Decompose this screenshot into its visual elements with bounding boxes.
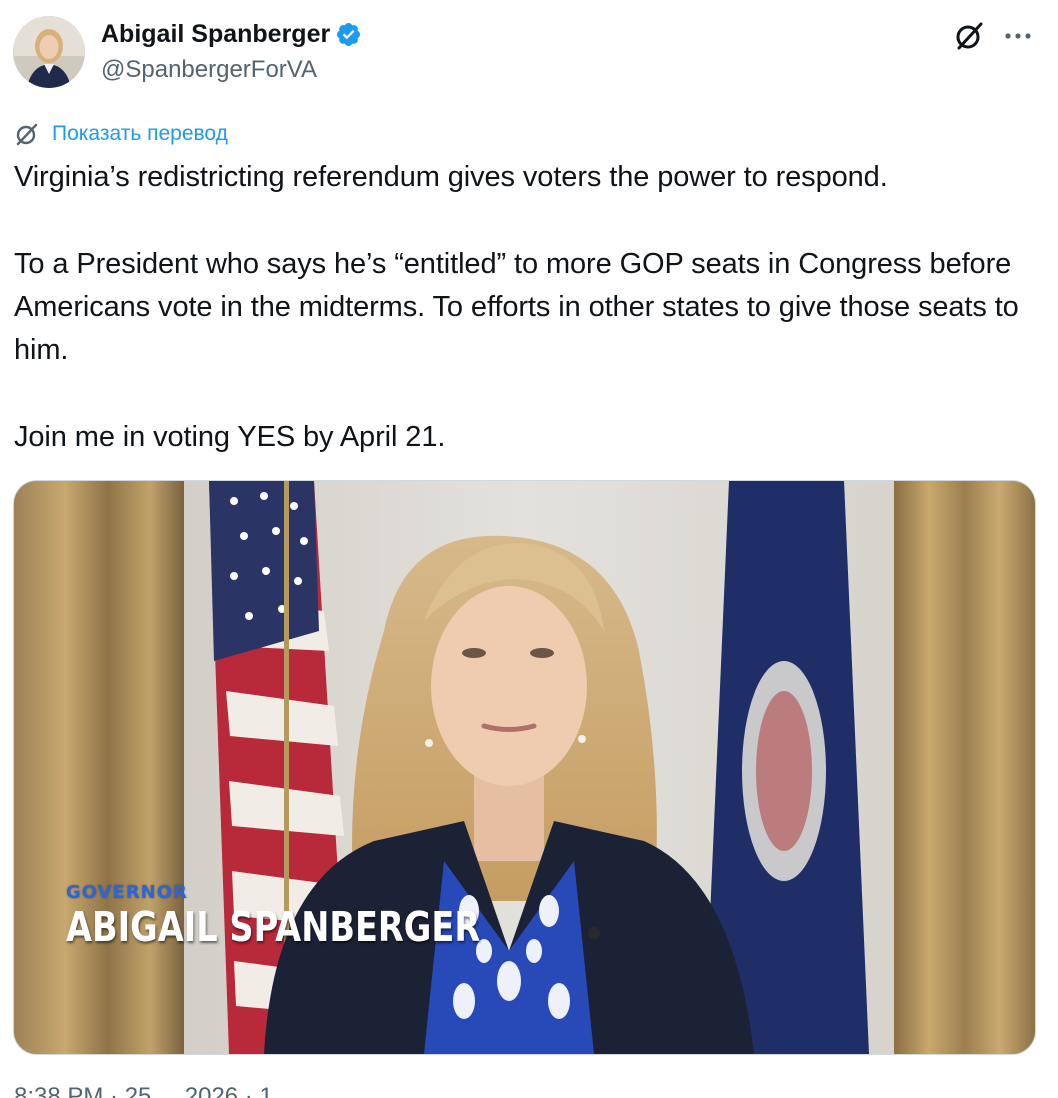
video-lower-third: GOVERNOR ABIGAIL SPANBERGER: [66, 882, 571, 952]
display-name[interactable]: Abigail Spanberger: [101, 18, 330, 50]
translate-icon: [14, 121, 40, 147]
tweet-text: Virginia’s redistricting referendum give…: [14, 161, 1019, 453]
show-translation-label: Показать перевод: [52, 122, 228, 145]
lower-third-name: ABIGAIL SPANBERGER: [66, 903, 481, 951]
tweet-media-image[interactable]: [13, 480, 1036, 1055]
grok-icon[interactable]: [950, 17, 988, 55]
tweet-card: Abigail Spanberger @SpanbergerForVA Пока…: [0, 0, 1058, 1098]
avatar-image: [13, 16, 85, 88]
tweet-timestamp[interactable]: 8:38 PM · 25 ... 2026 · 1...: [14, 1081, 293, 1098]
media-photo: [14, 481, 1035, 1054]
more-horizontal-icon[interactable]: [999, 17, 1037, 55]
avatar[interactable]: [13, 16, 85, 88]
lower-third-title: GOVERNOR: [66, 882, 188, 903]
author-handle[interactable]: @SpanbergerForVA: [101, 55, 317, 85]
author-name-row[interactable]: Abigail Spanberger: [101, 18, 362, 50]
verified-badge-icon[interactable]: [335, 21, 362, 48]
show-translation-link[interactable]: Показать перевод: [14, 119, 228, 149]
